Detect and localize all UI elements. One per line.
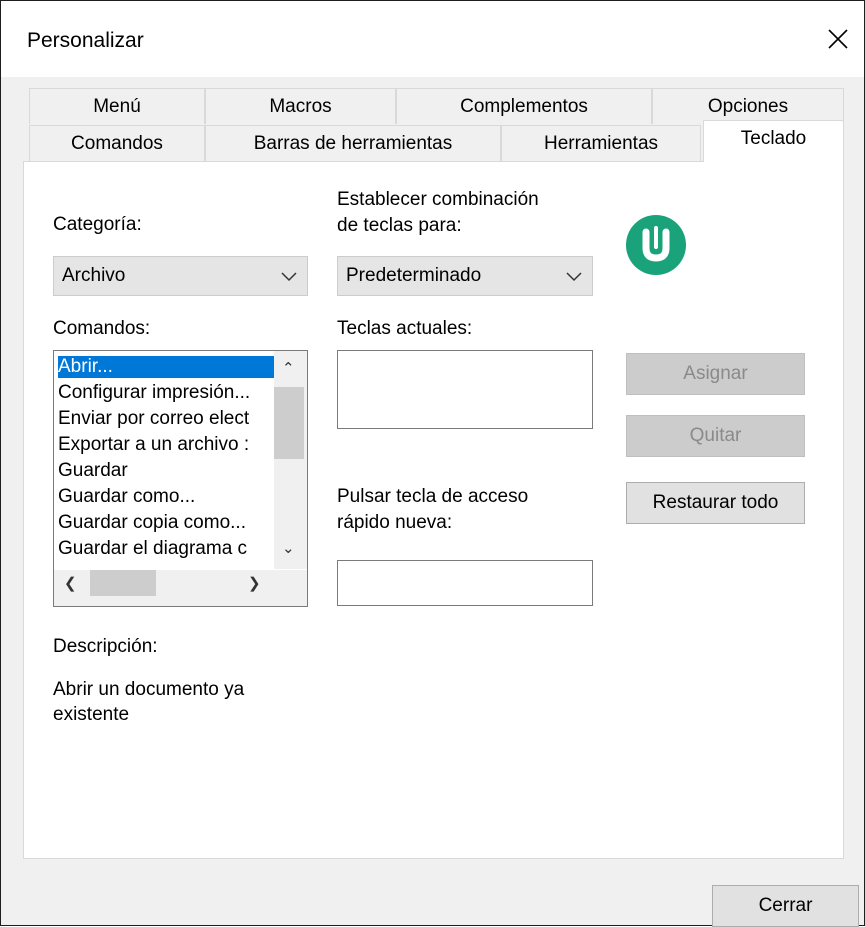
chevron-down-icon [281,272,297,282]
new-shortcut-label-line1: Pulsar tecla de acceso [337,486,529,507]
list-item[interactable]: Guardar copia como... [58,512,274,534]
tab-options[interactable]: Opciones [652,88,844,124]
tab-macros[interactable]: Macros [205,88,396,124]
keyset-dropdown[interactable]: Predeterminado [337,256,593,296]
category-dropdown[interactable]: Archivo [53,256,308,296]
description-label: Descripción: [53,636,158,657]
new-shortcut-label-line2: rápido nueva: [337,512,453,533]
reset-all-button[interactable]: Restaurar todo [626,482,805,524]
current-keys-label: Teclas actuales: [337,318,473,339]
list-item[interactable]: Guardar como... [58,486,274,508]
list-item[interactable]: Exportar a un archivo : [58,434,274,456]
vertical-scrollbar[interactable]: ⌃ ⌄ [274,351,307,569]
horizontal-scroll-thumb[interactable] [90,570,156,596]
app-logo [626,215,686,275]
current-keys-list[interactable] [337,350,593,429]
horizontal-scrollbar[interactable]: ❮ ❯ [54,570,274,606]
list-item[interactable]: Guardar el diagrama c [58,538,274,560]
customize-dialog: Personalizar Menú Macros Complementos Op… [0,0,865,927]
close-button[interactable]: Cerrar [712,885,859,927]
chevron-down-icon [566,272,582,282]
scroll-up-icon[interactable]: ⌃ [282,359,295,377]
list-item[interactable]: Enviar por correo elect [58,408,274,430]
description-text-line2: existente [53,704,130,725]
tab-menu[interactable]: Menú [29,88,205,124]
category-label: Categoría: [53,214,142,235]
tab-toolbars[interactable]: Barras de herramientas [205,125,501,161]
description-text-line1: Abrir un documento ya [53,679,245,700]
tab-commands[interactable]: Comandos [29,125,205,161]
assign-button[interactable]: Asignar [626,353,805,395]
commands-list[interactable]: Abrir... Configurar impresión... Enviar … [53,350,308,607]
list-item[interactable]: Abrir... [58,356,274,378]
title-bar: Personalizar [1,1,864,77]
category-value: Archivo [62,265,126,286]
tab-tools[interactable]: Herramientas [501,125,701,161]
close-icon[interactable] [818,19,858,59]
list-item[interactable]: Configurar impresión... [58,382,274,404]
window-title: Personalizar [27,29,144,52]
scroll-left-icon[interactable]: ❮ [64,574,77,592]
keyset-label-line2: de teclas para: [337,215,462,236]
scrollbar-corner [274,570,307,606]
keyset-label-line1: Establecer combinación [337,189,539,210]
scroll-down-icon[interactable]: ⌄ [282,539,295,557]
keyset-value: Predeterminado [346,265,482,286]
vertical-scroll-thumb[interactable] [274,387,304,459]
tab-keyboard[interactable]: Teclado [703,120,844,162]
new-shortcut-input[interactable] [337,560,593,606]
remove-button[interactable]: Quitar [626,415,805,457]
scroll-right-icon[interactable]: ❯ [248,574,261,592]
tab-row-front: Comandos Barras de herramientas Herramie… [29,125,701,161]
commands-label: Comandos: [53,318,151,339]
list-item[interactable]: Guardar [58,460,274,482]
tab-complements[interactable]: Complementos [396,88,652,124]
tab-row-back: Menú Macros Complementos Opciones [29,88,844,124]
